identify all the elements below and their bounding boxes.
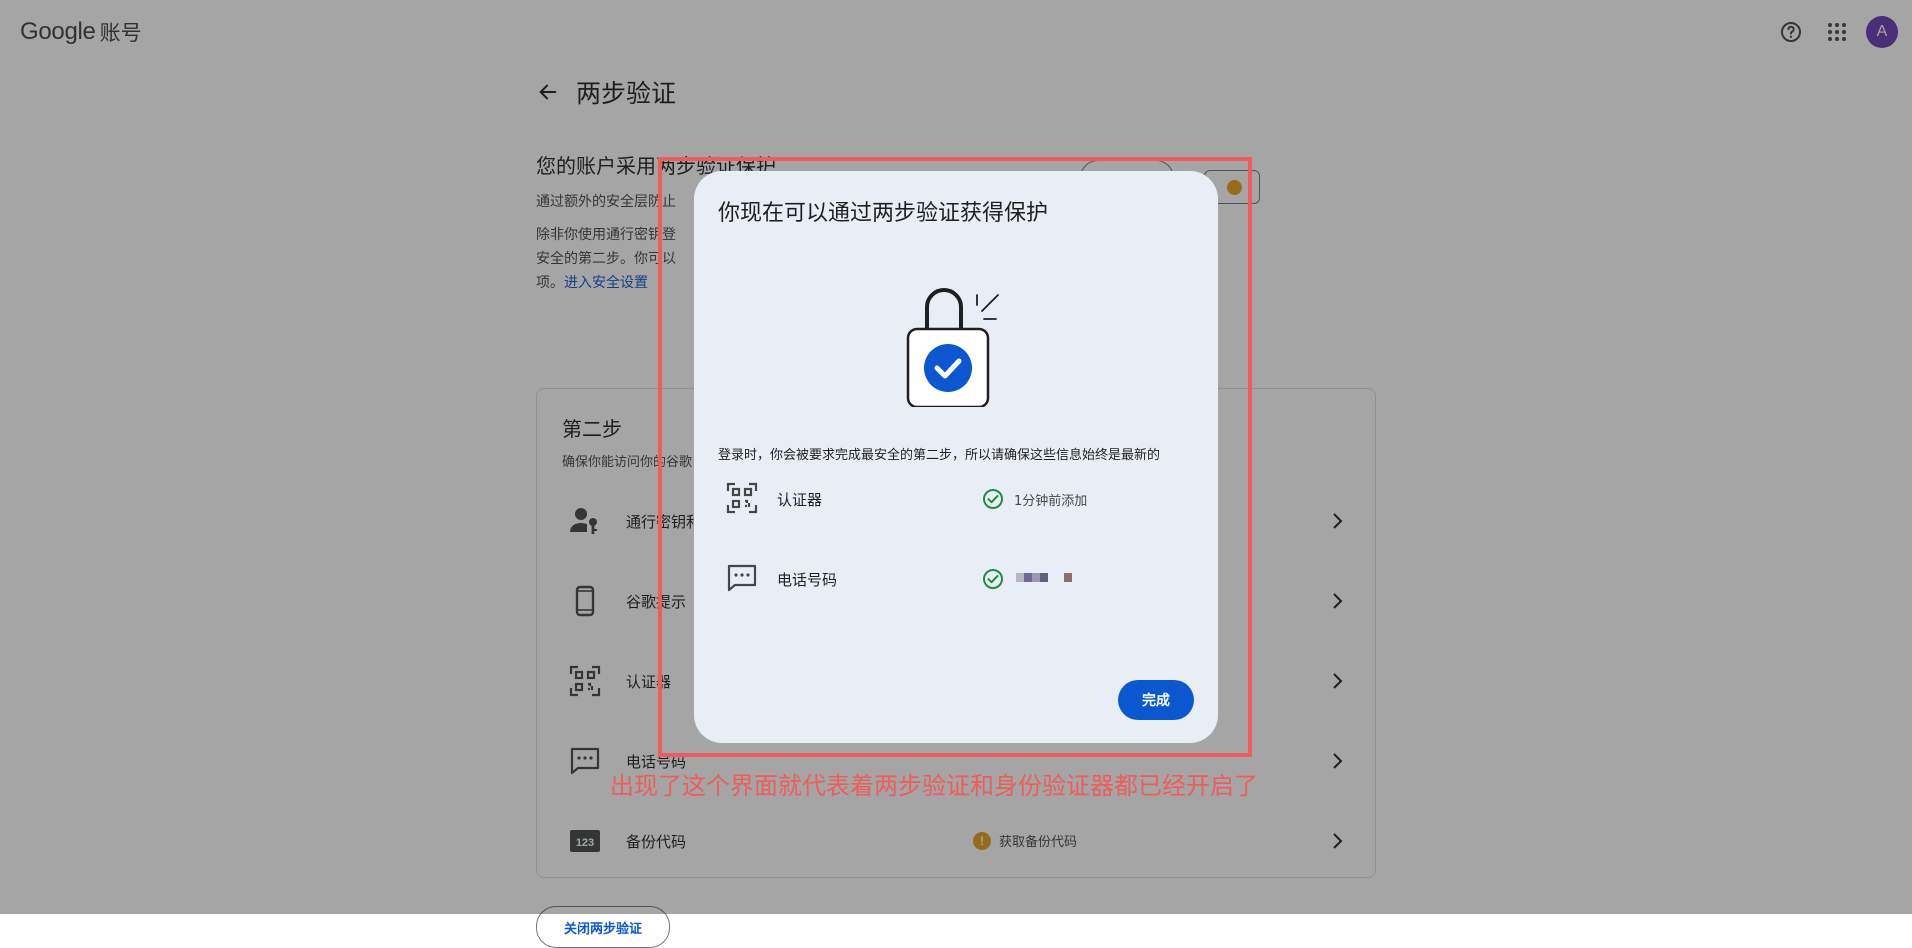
annotation-caption: 出现了这个界面就代表着两步验证和身份验证器都已经开启了 (610, 772, 1258, 800)
annotation-highlight-box (658, 157, 1252, 757)
